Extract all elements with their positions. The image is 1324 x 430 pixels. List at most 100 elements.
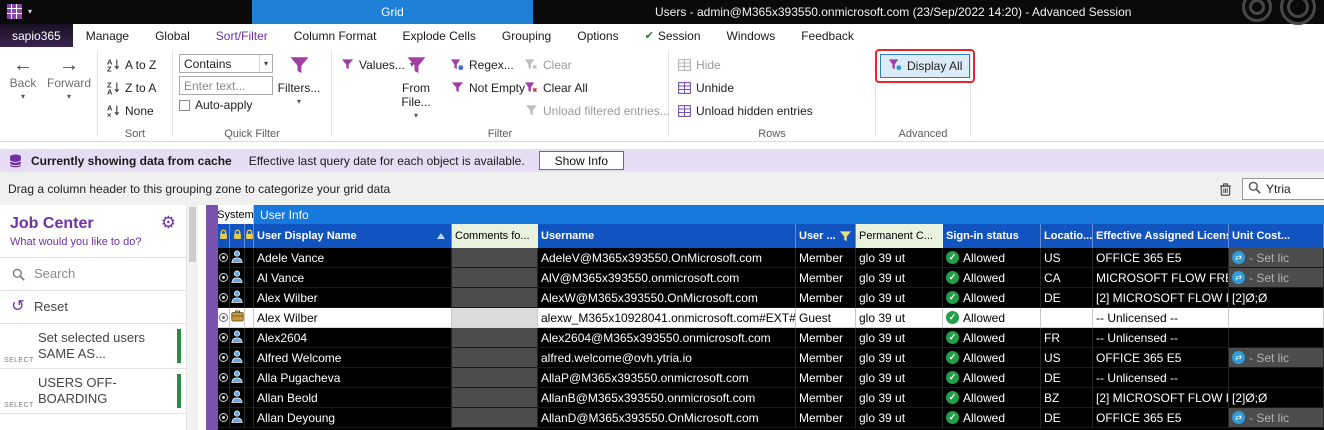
clear-all-button[interactable]: Clear All: [522, 78, 672, 97]
system-blank-cell[interactable]: [245, 328, 254, 348]
cell-comments[interactable]: [452, 328, 538, 348]
cell-permanent[interactable]: glo 39 ut: [856, 388, 943, 408]
cell-username[interactable]: Alex2604@M365x393550.onmicrosoft.com: [538, 328, 796, 348]
user-type-icon-cell[interactable]: [230, 248, 245, 268]
job-center-item-search[interactable]: Search: [0, 258, 186, 291]
job-center-item-users-off-boarding[interactable]: SELECTUSERS OFF-BOARDING: [0, 369, 186, 414]
table-row[interactable]: Alla PugachevaAllaP@M365x393550.onmicros…: [218, 368, 1324, 388]
cell-permanent[interactable]: glo 39 ut: [856, 328, 943, 348]
cell-comments[interactable]: [452, 408, 538, 428]
table-row[interactable]: Alex2604 Alex2604@M365x393550.onmicrosoft…: [218, 328, 1324, 348]
table-row[interactable]: Alex Wilber AlexW@M365x393550.OnMicrosoft…: [218, 288, 1324, 308]
sort-none-button[interactable]: A× None: [104, 101, 158, 120]
tab-explode-cells[interactable]: Explode Cells: [389, 24, 488, 47]
table-row[interactable]: Adele VanceAdeleV@M365x393550.OnMicrosof…: [218, 248, 1324, 268]
user-type-icon-cell[interactable]: [230, 328, 245, 348]
row-selector-cell[interactable]: [218, 248, 230, 268]
cell-username[interactable]: AllanD@M365x393550.OnMicrosoft.com: [538, 408, 796, 428]
cell-user_type[interactable]: Member: [796, 368, 856, 388]
cell-comments[interactable]: [452, 368, 538, 388]
app-logo-icon[interactable]: [7, 4, 22, 19]
cell-permanent[interactable]: glo 39 ut: [856, 308, 943, 328]
cell-unit_cost[interactable]: [1229, 368, 1324, 388]
cell-unit_cost[interactable]: [1229, 328, 1324, 348]
cell-licenses[interactable]: -- Unlicensed --: [1093, 328, 1229, 348]
forward-button[interactable]: → Forward ▾: [46, 47, 92, 141]
user-type-icon-cell[interactable]: [230, 368, 245, 388]
cell-unit_cost[interactable]: [2]Ø;Ø: [1229, 388, 1324, 408]
column-header-user[interactable]: User ...: [796, 224, 856, 248]
system-blank-cell[interactable]: [245, 248, 254, 268]
column-header-locatio[interactable]: Locatio...: [1041, 224, 1093, 248]
cell-location[interactable]: FR: [1041, 328, 1093, 348]
row-selector-cell[interactable]: [218, 408, 230, 428]
cell-sign_in_status[interactable]: ✓Allowed: [943, 328, 1041, 348]
gear-icon[interactable]: ⚙: [161, 214, 176, 231]
cell-display_name[interactable]: Alex Wilber: [254, 288, 452, 308]
cell-permanent[interactable]: glo 39 ut: [856, 288, 943, 308]
vertical-scrollbar[interactable]: [186, 205, 198, 430]
cell-permanent[interactable]: glo 39 ut: [856, 368, 943, 388]
system-blank-cell[interactable]: [245, 388, 254, 408]
cell-permanent[interactable]: glo 39 ut: [856, 268, 943, 288]
cell-unit_cost[interactable]: [2]Ø;Ø: [1229, 288, 1324, 308]
unhide-button[interactable]: Unhide: [675, 78, 815, 97]
column-header-comments-fo[interactable]: Comments fo...: [452, 224, 538, 248]
cell-display_name[interactable]: Alex2604: [254, 328, 452, 348]
cell-sign_in_status[interactable]: ✓Allowed: [943, 408, 1041, 428]
table-row[interactable]: Al VanceAlV@M365x393550.onmicrosoft.comM…: [218, 268, 1324, 288]
cell-username[interactable]: AllanB@M365x393550.onmicrosoft.com: [538, 388, 796, 408]
table-row[interactable]: Alex Wilberalexw_M365x10928041.onmicroso…: [218, 308, 1324, 328]
show-info-button[interactable]: Show Info: [539, 151, 624, 170]
group-header-system[interactable]: System: [218, 205, 254, 224]
column-header-sign-in-status[interactable]: Sign-in status: [943, 224, 1041, 248]
tab-feedback[interactable]: Feedback: [788, 24, 867, 47]
tab-global[interactable]: Global: [142, 24, 203, 47]
tab-manage[interactable]: Manage: [73, 24, 142, 47]
tab-windows[interactable]: Windows: [714, 24, 789, 47]
cell-location[interactable]: DE: [1041, 368, 1093, 388]
table-row[interactable]: Allan BeoldAllanB@M365x393550.onmicrosof…: [218, 388, 1324, 408]
user-type-icon-cell[interactable]: [230, 408, 245, 428]
cell-unit_cost[interactable]: ⇄- Set lic: [1229, 248, 1324, 268]
lock-column-header[interactable]: [218, 224, 230, 248]
cell-display_name[interactable]: Al Vance: [254, 268, 452, 288]
scrollbar-thumb[interactable]: [189, 207, 196, 262]
sort-a-to-z-button[interactable]: AZ A to Z: [104, 55, 158, 74]
column-header-username[interactable]: Username: [538, 224, 796, 248]
cell-licenses[interactable]: -- Unlicensed --: [1093, 308, 1229, 328]
table-row[interactable]: Allan DeyoungAllanD@M365x393550.OnMicros…: [218, 408, 1324, 428]
cell-permanent[interactable]: glo 39 ut: [856, 408, 943, 428]
grouping-zone-bar[interactable]: Drag a column header to this grouping zo…: [0, 172, 1324, 205]
cell-comments[interactable]: [452, 308, 538, 328]
cell-licenses[interactable]: OFFICE 365 E5: [1093, 408, 1229, 428]
column-header-effective-assigned-licenses[interactable]: Effective Assigned Licenses: [1093, 224, 1229, 248]
cell-location[interactable]: US: [1041, 348, 1093, 368]
lock-column-header[interactable]: [245, 224, 254, 248]
cell-username[interactable]: alfred.welcome@ovh.ytria.io: [538, 348, 796, 368]
tab-grouping[interactable]: Grouping: [489, 24, 564, 47]
cell-user_type[interactable]: Guest: [796, 308, 856, 328]
cell-username[interactable]: AdeleV@M365x393550.OnMicrosoft.com: [538, 248, 796, 268]
back-button[interactable]: ← Back ▾: [0, 47, 46, 141]
cell-location[interactable]: BZ: [1041, 388, 1093, 408]
cell-user_type[interactable]: Member: [796, 288, 856, 308]
unload-filtered-entries-button[interactable]: Unload filtered entries...: [522, 101, 672, 120]
row-selector-cell[interactable]: [218, 268, 230, 288]
cell-user_type[interactable]: Member: [796, 248, 856, 268]
user-type-icon-cell[interactable]: [230, 268, 245, 288]
cell-licenses[interactable]: MICROSOFT FLOW FREE: [1093, 268, 1229, 288]
row-selector-cell[interactable]: [218, 328, 230, 348]
from-file-button[interactable]: From File... ▾: [390, 47, 442, 141]
grid-search-box[interactable]: Ytria: [1242, 178, 1324, 200]
cell-unit_cost[interactable]: ⇄- Set lic: [1229, 408, 1324, 428]
cell-sign_in_status[interactable]: ✓Allowed: [943, 288, 1041, 308]
filters-button[interactable]: Filters... ▾: [273, 47, 325, 141]
cell-comments[interactable]: [452, 248, 538, 268]
cell-comments[interactable]: [452, 288, 538, 308]
cell-username[interactable]: AlexW@M365x393550.OnMicrosoft.com: [538, 288, 796, 308]
hide-button[interactable]: Hide: [675, 55, 815, 74]
cell-sign_in_status[interactable]: ✓Allowed: [943, 388, 1041, 408]
cell-username[interactable]: alexw_M365x10928041.onmicrosoft.com#EXT#…: [538, 308, 796, 328]
sort-z-to-a-button[interactable]: ZA Z to A: [104, 78, 158, 97]
